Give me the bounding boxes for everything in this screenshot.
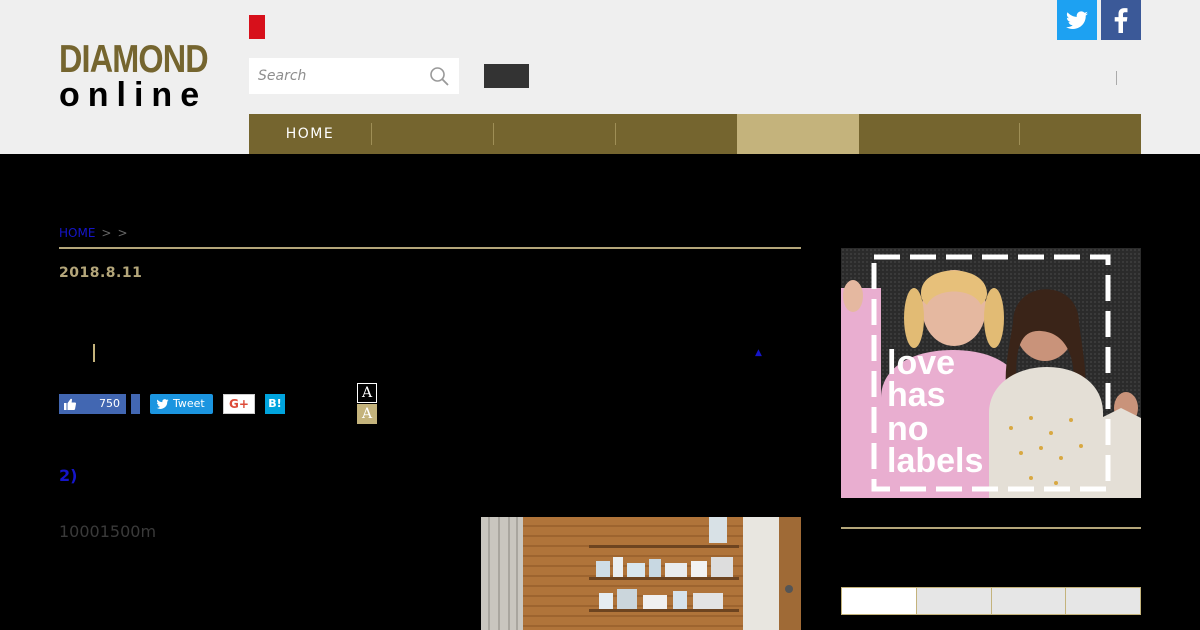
font-size-normal-button[interactable]: A [357,383,377,403]
search-icon[interactable] [429,66,449,86]
tweet-label: Tweet [173,397,205,410]
sidebar-ranking-tabs [841,587,1141,615]
facebook-button[interactable] [1101,0,1141,40]
sidebar-tab-4[interactable] [1065,588,1140,614]
search-box [249,58,459,94]
title-accent-bar [93,344,95,362]
nav-item-7[interactable] [1019,114,1141,154]
site-header: DIAMOND online HOME [0,0,1200,154]
like-count: 750 [99,397,120,410]
nav-item-2[interactable] [371,114,493,154]
nav-item-6[interactable] [859,114,1019,154]
breadcrumb-separator: > [117,226,128,240]
logo-line-1: DIAMOND [59,38,209,81]
red-badge[interactable] [249,15,265,39]
twitter-button[interactable] [1057,0,1097,40]
nav-item-3[interactable] [493,114,615,154]
header-divider [1116,71,1117,85]
facebook-icon [1114,8,1128,33]
triangle-up-icon[interactable]: ▲ [755,348,762,358]
ad-text-line-4: labels [887,442,983,480]
sidebar-tab-3[interactable] [990,588,1066,614]
header-button[interactable] [484,64,529,88]
sidebar-tab-2[interactable] [915,588,991,614]
logo-line-2: online [59,76,208,114]
nav-item-5-active[interactable] [737,114,859,154]
hatena-bookmark-button[interactable]: B! [265,394,285,414]
facebook-share-button[interactable] [131,394,140,414]
twitter-bird-icon [156,399,169,409]
search-input[interactable] [249,58,419,94]
main-nav: HOME [249,114,1141,154]
section-heading: 2) [59,466,78,485]
thumbs-up-icon [64,398,76,410]
sidebar-tab-1[interactable] [842,588,916,614]
article-photo [481,517,801,630]
ad-text-line-2: has [887,376,946,414]
breadcrumb: HOME > > [59,226,128,240]
facebook-like-button[interactable]: 750 [59,394,126,414]
title-divider [59,247,801,249]
font-size-large-button[interactable]: A [357,404,377,424]
sidebar-divider [841,527,1141,529]
breadcrumb-home-link[interactable]: HOME [59,226,95,240]
nav-item-home[interactable]: HOME [249,114,371,154]
twitter-icon [1066,11,1088,30]
breadcrumb-separator: > [101,226,112,240]
nav-item-4[interactable] [615,114,737,154]
article-body-text: 10001500m [59,522,157,541]
google-plus-button[interactable]: G+ [223,394,255,414]
article-date: 2018.8.11 [59,265,143,281]
tweet-button[interactable]: Tweet [150,394,213,414]
site-logo[interactable]: DIAMOND online [59,40,223,112]
advertisement-banner[interactable]: love has no labels [841,248,1141,498]
